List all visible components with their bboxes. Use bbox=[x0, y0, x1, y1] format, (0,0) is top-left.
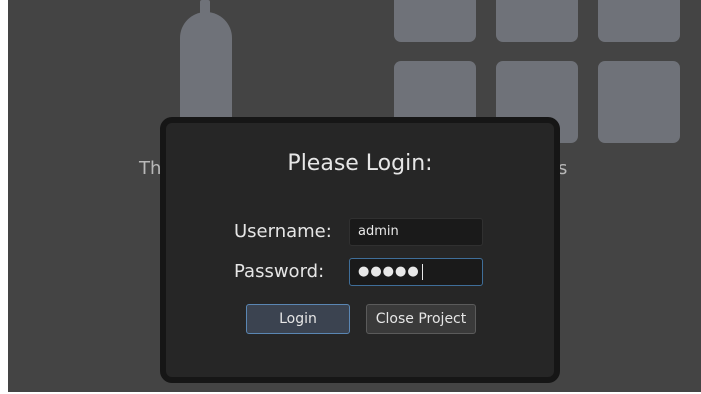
login-dialog: Please Login: Username: admin Password: … bbox=[160, 117, 560, 383]
dialog-title: Please Login: bbox=[287, 151, 433, 176]
password-field[interactable]: ●●●●● bbox=[349, 258, 483, 286]
password-mask: ●●●●● bbox=[358, 264, 420, 279]
username-field[interactable]: admin bbox=[349, 218, 483, 246]
username-value: admin bbox=[358, 224, 399, 239]
background-text-left: Th bbox=[139, 158, 162, 179]
username-label: Username: bbox=[234, 221, 332, 242]
password-label: Password: bbox=[234, 261, 325, 282]
close-project-button[interactable]: Close Project bbox=[366, 304, 476, 334]
background-tile bbox=[394, 0, 476, 42]
background-tile bbox=[598, 0, 680, 42]
text-caret bbox=[421, 263, 423, 280]
background-tile bbox=[598, 61, 680, 143]
app-background: Th s Please Login: Username: admin Passw… bbox=[8, 0, 701, 392]
login-button[interactable]: Login bbox=[246, 304, 350, 334]
background-tile bbox=[496, 0, 578, 42]
